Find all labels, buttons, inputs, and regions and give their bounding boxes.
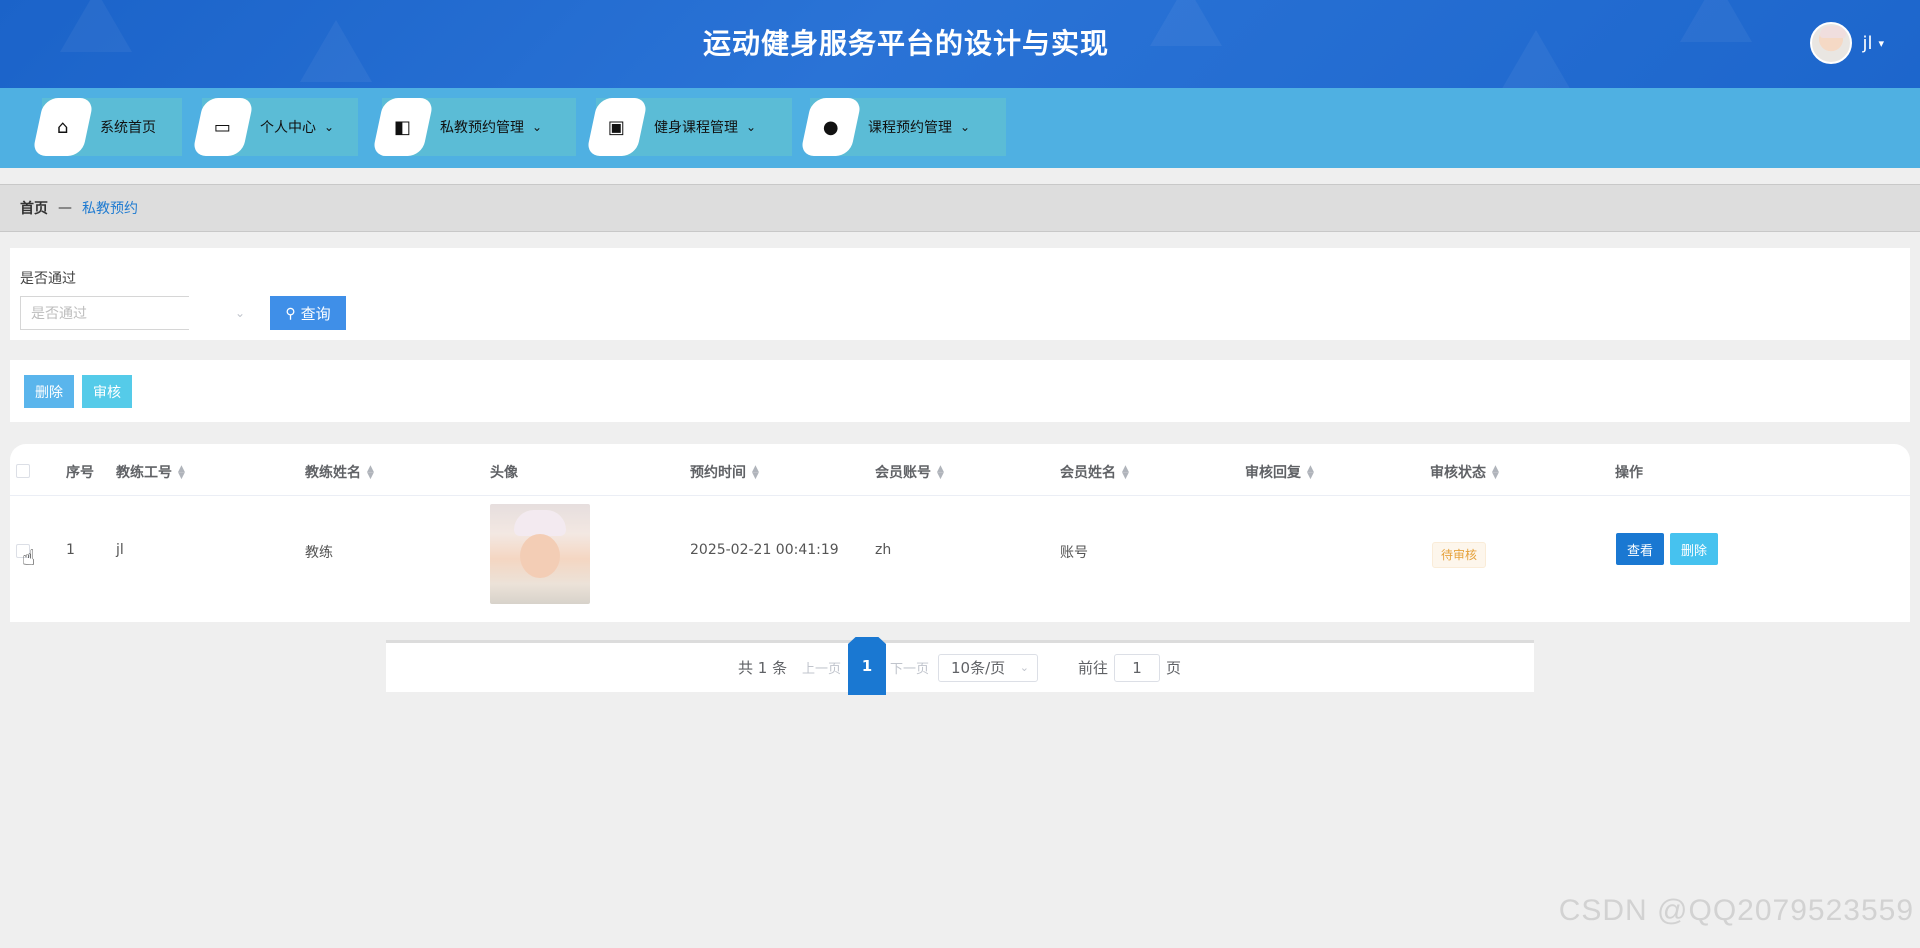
nav-item-label: 健身课程管理: [654, 120, 738, 136]
nav-item-course-booking[interactable]: ● 课程预约管理 ⌄: [799, 98, 1006, 156]
chevron-down-icon: ⌄: [960, 120, 971, 134]
batch-audit-button[interactable]: 审核: [82, 375, 132, 408]
delete-button[interactable]: 删除: [1670, 533, 1718, 565]
column-header-coach-name[interactable]: 教练姓名 ▲ ▼: [305, 462, 374, 482]
briefcase-icon: ◧: [371, 98, 435, 156]
column-header-audit-status[interactable]: 审核状态 ▲ ▼: [1430, 462, 1499, 482]
view-button[interactable]: 查看: [1616, 533, 1664, 565]
breadcrumb: 首页 — 私教预约: [0, 184, 1920, 232]
home-icon: ⌂: [31, 98, 95, 156]
bulb-icon: ●: [799, 98, 863, 156]
cell-coach-name: 教练: [305, 545, 333, 561]
nav-item-label: 个人中心: [260, 120, 316, 136]
nav-item-personal-center[interactable]: ▭ 个人中心 ⌄: [191, 98, 358, 156]
username[interactable]: jl: [1862, 33, 1872, 54]
chevron-down-icon: ⌄: [532, 120, 543, 134]
user-menu[interactable]: jl ▾: [1810, 20, 1884, 66]
nav-item-label: 系统首页: [100, 120, 156, 136]
column-header-actions: 操作: [1615, 465, 1643, 481]
column-header-booking-time[interactable]: 预约时间 ▲ ▼: [690, 462, 759, 482]
column-header-coach-id[interactable]: 教练工号 ▲ ▼: [116, 462, 185, 482]
wallet-icon: ▭: [191, 98, 255, 156]
prev-page-button[interactable]: 上一页: [802, 658, 841, 677]
nav-item-label: 私教预约管理: [440, 120, 524, 136]
coach-avatar-image[interactable]: [490, 504, 590, 604]
select-placeholder: 是否通过: [31, 306, 87, 322]
breadcrumb-current: 私教预约: [82, 201, 138, 217]
top-header: 运动健身服务平台的设计与实现 jl ▾: [0, 0, 1920, 88]
sort-icon[interactable]: ▲ ▼: [178, 465, 185, 481]
column-header-avatar: 头像: [490, 465, 518, 481]
status-badge: 待审核: [1432, 542, 1487, 568]
cell-member-account: zh: [875, 542, 892, 558]
user-avatar[interactable]: [1810, 22, 1853, 64]
chevron-down-icon: ⌄: [1019, 661, 1029, 674]
sort-icon[interactable]: ▲ ▼: [937, 465, 944, 481]
watermark: CSDN @QQ2079523559: [1558, 894, 1914, 927]
sort-icon[interactable]: ▲ ▼: [367, 465, 374, 481]
cell-booking-time: 2025-02-21 00:41:19: [690, 542, 839, 558]
table-row: ☝ 1 jl 教练 2025-02-21 00:41:19 zh 账号 待审核 …: [10, 496, 1910, 608]
column-header-audit-reply[interactable]: 审核回复 ▲ ▼: [1245, 462, 1314, 482]
chevron-down-icon: ⌄: [324, 120, 335, 134]
goto-page-input[interactable]: 1: [1114, 654, 1160, 682]
nav-item-fitness-course[interactable]: ▣ 健身课程管理 ⌄: [585, 98, 792, 156]
app-title: 运动健身服务平台的设计与实现: [702, 27, 1109, 60]
table-header: 序号 教练工号 ▲ ▼ 教练姓名 ▲ ▼ 头像 预约时间 ▲ ▼ 会员账号 ▲ ▼ 会员姓名 ▲ ▼…: [10, 444, 1910, 496]
query-button-label: 查询: [300, 305, 331, 323]
chevron-down-icon: ⌄: [234, 306, 245, 320]
sort-icon[interactable]: ▲ ▼: [752, 465, 759, 481]
batch-delete-button[interactable]: 删除: [24, 375, 74, 408]
page-number-current[interactable]: 1: [848, 637, 886, 695]
pagination-total: 共 1 条: [738, 659, 788, 677]
clipboard-icon: ▣: [585, 98, 649, 156]
goto-label: 前往: [1078, 659, 1109, 677]
sort-icon[interactable]: ▲ ▼: [1307, 465, 1314, 481]
breadcrumb-separator: —: [58, 200, 72, 216]
action-panel: 删除 审核: [10, 360, 1910, 422]
query-button[interactable]: ⚲ 查询: [270, 296, 346, 330]
breadcrumb-home[interactable]: 首页: [20, 198, 48, 218]
nav-item-private-coach-booking[interactable]: ◧ 私教预约管理 ⌄: [371, 98, 576, 156]
approval-filter-label: 是否通过: [20, 271, 76, 287]
approval-filter-select[interactable]: 是否通过 ⌄: [20, 296, 261, 330]
goto-unit-label: 页: [1166, 659, 1182, 677]
nav-item-home[interactable]: ⌂ 系统首页: [31, 98, 182, 156]
pagination: 共 1 条 上一页 1 下一页 10条/页 ⌄ 前往 1 页: [386, 637, 1534, 695]
select-all-checkbox[interactable]: [16, 464, 30, 478]
booking-table: 序号 教练工号 ▲ ▼ 教练姓名 ▲ ▼ 头像 预约时间 ▲ ▼ 会员账号 ▲ ▼ 会员姓名 ▲ ▼…: [10, 444, 1910, 622]
column-header-index: 序号: [66, 465, 94, 481]
cell-coach-id: jl: [116, 542, 124, 558]
column-header-member-account[interactable]: 会员账号 ▲ ▼: [875, 462, 944, 482]
search-icon: ⚲: [285, 304, 296, 321]
cell-index: 1: [66, 542, 75, 558]
main-nav: ⌂ 系统首页 ▭ 个人中心 ⌄ ◧ 私教预约管理 ⌄ ▣ 健身课程管理 ⌄ ● …: [0, 88, 1920, 168]
sort-icon[interactable]: ▲ ▼: [1492, 465, 1499, 481]
sort-icon[interactable]: ▲ ▼: [1122, 465, 1129, 481]
hand-cursor-icon: ☝: [22, 546, 36, 571]
cell-member-name: 账号: [1060, 545, 1088, 561]
caret-down-icon[interactable]: ▾: [1878, 37, 1884, 50]
next-page-button[interactable]: 下一页: [890, 658, 929, 677]
column-header-member-name[interactable]: 会员姓名 ▲ ▼: [1060, 462, 1129, 482]
nav-item-label: 课程预约管理: [868, 120, 952, 136]
page-size-select[interactable]: 10条/页 ⌄: [938, 654, 1038, 682]
search-panel: 是否通过 是否通过 ⌄ ⚲ 查询: [10, 248, 1910, 340]
chevron-down-icon: ⌄: [746, 120, 757, 134]
